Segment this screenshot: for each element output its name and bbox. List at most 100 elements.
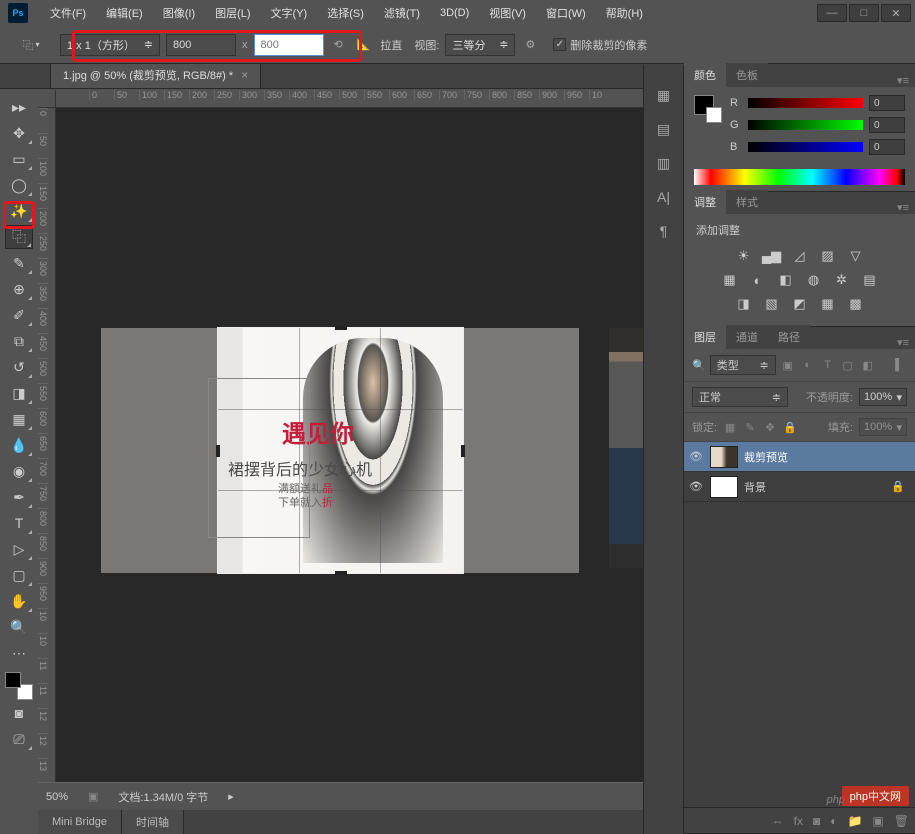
- new-layer-icon[interactable]: ▣: [872, 814, 883, 828]
- brightness-icon[interactable]: ☀: [735, 248, 753, 264]
- layer-thumbnail[interactable]: [710, 476, 738, 498]
- screen-mode-tool[interactable]: ⎚: [5, 727, 33, 751]
- tab-timeline[interactable]: 时间轴: [122, 810, 184, 834]
- view-select[interactable]: 三等分 ≑: [445, 34, 515, 56]
- clear-icon[interactable]: ⟲: [330, 38, 347, 51]
- r-value-input[interactable]: [869, 95, 905, 111]
- panel-menu-icon[interactable]: ▾≡: [891, 74, 915, 87]
- color-balance-icon[interactable]: ◐: [749, 272, 767, 288]
- adjustment-layer-icon[interactable]: ◐: [830, 814, 837, 828]
- char-panel-icon[interactable]: A|: [652, 187, 676, 207]
- layer-mask-icon[interactable]: ◙: [813, 814, 820, 828]
- menu-3d[interactable]: 3D(D): [430, 2, 479, 24]
- spectrum-picker[interactable]: [694, 169, 905, 185]
- menu-image[interactable]: 图像(I): [153, 0, 205, 26]
- clone-stamp-tool[interactable]: ⧉: [5, 329, 33, 353]
- filter-smart-icon[interactable]: ◧: [860, 357, 876, 373]
- color-swatches[interactable]: [5, 672, 33, 700]
- layer-row[interactable]: 👁 裁剪预览: [684, 442, 915, 472]
- character-icon[interactable]: ▤: [652, 119, 676, 139]
- channel-mixer-icon[interactable]: ✲: [833, 272, 851, 288]
- width-input[interactable]: [166, 34, 236, 56]
- crop-tool[interactable]: ⿻: [5, 225, 33, 249]
- gradient-tool[interactable]: ▦: [5, 407, 33, 431]
- vibrance-icon[interactable]: ▽: [847, 248, 865, 264]
- lock-all-icon[interactable]: 🔒: [783, 420, 797, 434]
- document-tab[interactable]: 1.jpg @ 50% (裁剪预览, RGB/8#) * ×: [50, 61, 261, 88]
- history-brush-tool[interactable]: ↺: [5, 355, 33, 379]
- posterize-icon[interactable]: ▧: [763, 296, 781, 312]
- levels-icon[interactable]: ▄▆: [763, 248, 781, 264]
- r-slider[interactable]: [748, 98, 863, 108]
- photo-filter-icon[interactable]: ◍: [805, 272, 823, 288]
- menu-select[interactable]: 选择(S): [317, 0, 374, 26]
- tab-layers[interactable]: 图层: [684, 325, 726, 349]
- tab-paths[interactable]: 路径: [768, 325, 810, 349]
- history-icon[interactable]: ▦: [652, 85, 676, 105]
- bw-icon[interactable]: ◧: [777, 272, 795, 288]
- zoom-icon[interactable]: ▣: [88, 790, 98, 803]
- tab-adjustments[interactable]: 调整: [684, 190, 726, 214]
- brush-tool[interactable]: ✐: [5, 303, 33, 327]
- zoom-tool[interactable]: 🔍: [5, 615, 33, 639]
- paragraph-icon[interactable]: ▥: [652, 153, 676, 173]
- minimize-button[interactable]: —: [817, 4, 847, 22]
- shape-tool[interactable]: ▢: [5, 563, 33, 587]
- menu-type[interactable]: 文字(Y): [261, 0, 318, 26]
- crop-region[interactable]: 遇见你 裙摆背后的少女心机 满额送礼品 下单就入折: [218, 328, 463, 573]
- straighten-icon[interactable]: 📐: [353, 38, 375, 51]
- close-icon[interactable]: ×: [241, 68, 248, 82]
- b-slider[interactable]: [748, 142, 863, 152]
- hue-sat-icon[interactable]: ▦: [721, 272, 739, 288]
- ratio-select[interactable]: 1 x 1（方形） ≑: [60, 34, 160, 56]
- crop-handle-w[interactable]: [216, 445, 220, 457]
- lasso-tool[interactable]: ◯: [5, 173, 33, 197]
- zoom-level[interactable]: 50%: [46, 791, 68, 803]
- filter-adjust-icon[interactable]: ◐: [800, 357, 816, 373]
- active-tool-icon[interactable]: ⿻ ▾: [8, 31, 54, 59]
- filter-image-icon[interactable]: ▣: [780, 357, 796, 373]
- panel-menu-icon[interactable]: ▾≡: [891, 201, 915, 214]
- visibility-icon[interactable]: 👁: [688, 450, 704, 463]
- move-tool[interactable]: ✥: [5, 121, 33, 145]
- blend-mode-select[interactable]: 正常≑: [692, 387, 788, 407]
- fill-input[interactable]: 100%▾: [859, 418, 907, 436]
- filter-shape-icon[interactable]: ▢: [840, 357, 856, 373]
- tab-styles[interactable]: 样式: [726, 190, 768, 214]
- menu-filter[interactable]: 滤镜(T): [374, 0, 430, 26]
- filter-type-icon[interactable]: T: [820, 357, 836, 373]
- layer-filter-type[interactable]: 类型≑: [710, 355, 776, 375]
- g-slider[interactable]: [748, 120, 863, 130]
- panel-menu-icon[interactable]: ▾≡: [891, 336, 915, 349]
- chevron-right-icon[interactable]: ▸: [228, 790, 234, 803]
- threshold-icon[interactable]: ◩: [791, 296, 809, 312]
- magic-wand-tool[interactable]: ✨: [5, 199, 33, 223]
- canvas-content[interactable]: 遇见你 裙摆背后的少女心机 满额送礼品 下单就入折: [56, 108, 663, 782]
- menu-layer[interactable]: 图层(L): [205, 0, 260, 26]
- para-panel-icon[interactable]: ¶: [652, 221, 676, 241]
- quick-mask-tool[interactable]: ◙: [5, 701, 33, 725]
- gear-icon[interactable]: ⚙: [521, 38, 539, 51]
- menu-edit[interactable]: 编辑(E): [96, 0, 153, 26]
- dodge-tool[interactable]: ◉: [5, 459, 33, 483]
- tab-swatches[interactable]: 色板: [726, 63, 768, 87]
- foreground-swatch[interactable]: [5, 672, 21, 688]
- maximize-button[interactable]: □: [849, 4, 879, 22]
- layer-row[interactable]: 👁 背景 🔒: [684, 472, 915, 502]
- lookup-icon[interactable]: ▤: [861, 272, 879, 288]
- healing-brush-tool[interactable]: ⊕: [5, 277, 33, 301]
- delete-layer-icon[interactable]: 🗑: [894, 814, 909, 828]
- crop-handle-e[interactable]: [461, 445, 465, 457]
- close-button[interactable]: ✕: [881, 4, 911, 22]
- gradient-map-icon[interactable]: ▦: [819, 296, 837, 312]
- tab-color[interactable]: 颜色: [684, 63, 726, 87]
- layer-fx-icon[interactable]: fx: [794, 814, 803, 828]
- hand-tool[interactable]: ✋: [5, 589, 33, 613]
- visibility-icon[interactable]: 👁: [688, 480, 704, 493]
- blur-tool[interactable]: 💧: [5, 433, 33, 457]
- g-value-input[interactable]: [869, 117, 905, 133]
- menu-view[interactable]: 视图(V): [479, 0, 536, 26]
- group-icon[interactable]: 📁: [847, 814, 862, 828]
- edit-toolbar[interactable]: ⋯: [5, 641, 33, 665]
- lock-pixels-icon[interactable]: ✎: [743, 420, 757, 434]
